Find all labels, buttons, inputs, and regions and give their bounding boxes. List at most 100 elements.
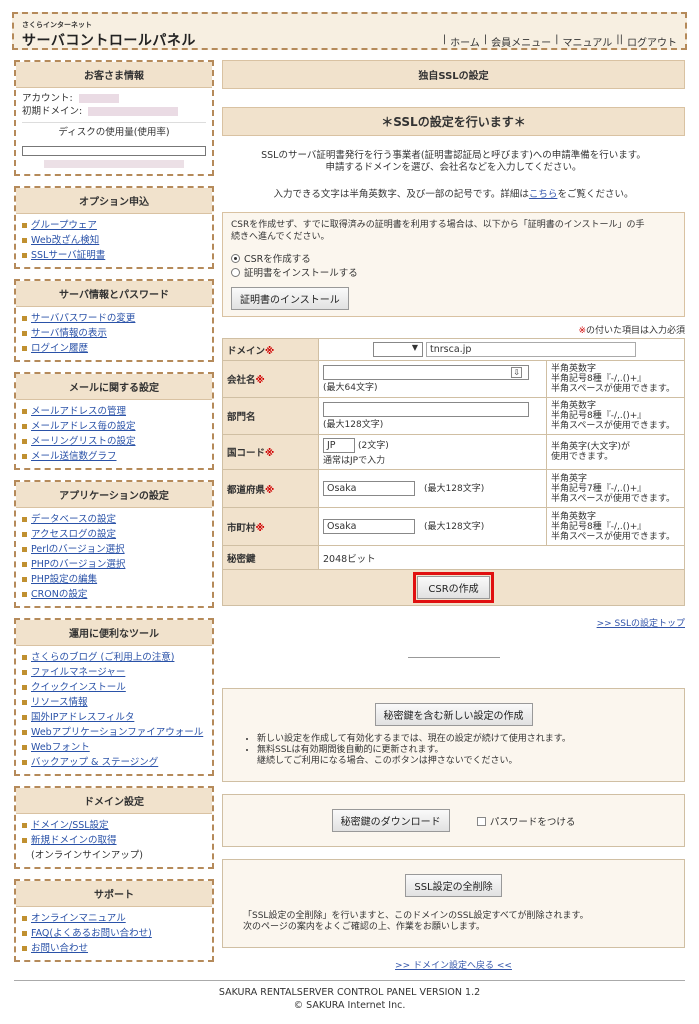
header-bar: さくらインターネット サーバコントロールパネル | ホーム | 会員メニュー |… xyxy=(12,12,687,50)
private-key-label: 秘密鍵 xyxy=(227,553,256,565)
sidebar-item-login-history[interactable]: ログイン履歴 xyxy=(31,343,88,354)
radio-selected-icon[interactable] xyxy=(231,254,240,263)
sidebar-section-domain: ドメイン設定 ドメイン/SSL設定 新規ドメインの取得 (オンラインサインアップ) xyxy=(14,786,214,869)
download-key-box: 秘密鍵のダウンロード パスワードをつける xyxy=(222,794,685,847)
bullet-icon xyxy=(22,577,27,582)
department-label: 部門名 xyxy=(227,412,256,423)
back-to-domain-link[interactable]: >> ドメイン設定へ戻る << xyxy=(395,961,512,971)
sidebar-item-mail-settings[interactable]: メールアドレス毎の設定 xyxy=(31,421,136,432)
sidebar-item-new-domain[interactable]: 新規ドメインの取得 xyxy=(31,835,117,846)
country-label: 国コード xyxy=(227,448,266,459)
sidebar-item-php-version[interactable]: PHPのバージョン選択 xyxy=(31,559,125,570)
sidebar-item-access-log[interactable]: アクセスログの設定 xyxy=(31,529,116,540)
bullet-icon xyxy=(22,823,27,828)
sidebar-item-mailing-list[interactable]: メーリングリストの設定 xyxy=(31,436,136,447)
radio-unselected-icon[interactable] xyxy=(231,268,240,277)
bullet-icon xyxy=(22,700,27,705)
section-heading: ＊SSLの設定を行います＊ xyxy=(222,107,685,136)
sidebar-item-database[interactable]: データベースの設定 xyxy=(31,514,116,525)
prefecture-input[interactable]: Osaka xyxy=(323,481,415,496)
sidebar-item-web-tamper[interactable]: Web改ざん検知 xyxy=(31,235,99,246)
nav-logout-link[interactable]: ログアウト xyxy=(627,34,677,49)
nav-home-link[interactable]: ホーム xyxy=(450,34,480,49)
main-content: 独自SSLの設定 ＊SSLの設定を行います＊ SSLのサーバ証明書発行を行う事業… xyxy=(222,60,685,971)
sidebar-item-ip-filter[interactable]: 国外IPアドレスフィルタ xyxy=(31,712,134,723)
sidebar-item-perl-version[interactable]: Perlのバージョン選択 xyxy=(31,544,125,555)
sidebar-item-mail-address[interactable]: メールアドレスの管理 xyxy=(31,406,126,417)
ssl-top-link[interactable]: >> SSLの設定トップ xyxy=(597,619,685,629)
install-notice-box: CSRを作成せず、すでに取得済みの証明書を利用する場合は、以下から「証明書のイン… xyxy=(222,212,685,317)
bullet-icon xyxy=(22,916,27,921)
sidebar-item-groupware[interactable]: グループウェア xyxy=(31,220,97,231)
sidebar-section-apps: アプリケーションの設定 データベースの設定 アクセスログの設定 Perlのバージ… xyxy=(14,480,214,608)
bullet-icon xyxy=(22,454,27,459)
sidebar-item-resources[interactable]: リソース情報 xyxy=(31,697,88,708)
ssl-top-link-row: >> SSLの設定トップ xyxy=(222,616,685,629)
install-cert-button[interactable]: 証明書のインストール xyxy=(231,287,349,310)
footer-version: SAKURA RENTALSERVER CONTROL PANEL VERSIO… xyxy=(218,987,481,998)
sidebar-item-contact[interactable]: お問い合わせ xyxy=(31,943,88,954)
sidebar-section-title: サポート xyxy=(16,881,212,907)
domain-label: 初期ドメイン: xyxy=(22,106,83,117)
delete-all-ssl-button[interactable]: SSL設定の全削除 xyxy=(405,874,502,897)
domain-field[interactable]: tnrsca.jp xyxy=(426,342,637,357)
sidebar-item-domain-ssl[interactable]: ドメイン/SSL設定 xyxy=(31,820,109,831)
radio-create-csr[interactable]: CSRを作成する xyxy=(231,253,676,267)
sidebar-item-quick-install[interactable]: クイックインストール xyxy=(31,682,126,693)
company-input[interactable]: ⇩ xyxy=(323,365,529,380)
password-checkbox-label: パスワードをつける xyxy=(489,817,576,828)
country-input[interactable]: JP xyxy=(323,438,355,453)
sidebar-section-title: アプリケーションの設定 xyxy=(16,482,212,508)
sidebar-item-php-settings[interactable]: PHP設定の編集 xyxy=(31,574,97,585)
department-input[interactable] xyxy=(323,402,529,417)
bullet-icon xyxy=(22,655,27,660)
delete-ssl-box: SSL設定の全削除 「SSL設定の全削除」を行いますと、このドメインのSSL設定… xyxy=(222,859,685,948)
sidebar-item-backup[interactable]: バックアップ & ステージング xyxy=(31,757,158,768)
logo: サーバコントロールパネル xyxy=(22,33,196,49)
nav-manual-link[interactable]: マニュアル xyxy=(563,34,613,49)
sidebar-item-password-change[interactable]: サーバパスワードの変更 xyxy=(31,313,135,324)
bullet-icon xyxy=(22,547,27,552)
sidebar-item-mail-graph[interactable]: メール送信数グラフ xyxy=(31,451,117,462)
form-row-company: 会社名※ ⇩ (最大64文字) 半角英数字 半角記号8種『-/,.()+』 半角… xyxy=(222,360,685,398)
nav-member-menu-link[interactable]: 会員メニュー xyxy=(491,34,551,49)
bullet-icon xyxy=(22,517,27,522)
csr-button-row: CSRの作成 xyxy=(222,570,685,606)
new-key-settings-button[interactable]: 秘密鍵を含む新しい設定の作成 xyxy=(374,703,533,726)
notice-line: CSRを作成せず、すでに取得済みの証明書を利用する場合は、以下から「証明書のイン… xyxy=(231,220,645,230)
sidebar-item-blog[interactable]: さくらのブログ (ご利用上の注意) xyxy=(31,652,174,663)
bullet-icon xyxy=(22,253,27,258)
details-link[interactable]: こちら xyxy=(529,189,558,200)
sidebar-item-file-manager[interactable]: ファイルマネージャー xyxy=(31,667,125,678)
radio-install-cert[interactable]: 証明書をインストールする xyxy=(231,267,676,281)
sidebar-item-ssl-cert[interactable]: SSLサーバ証明書 xyxy=(31,250,105,261)
city-label: 市町村 xyxy=(227,522,256,534)
create-csr-button[interactable]: CSRの作成 xyxy=(413,572,494,603)
form-row-prefecture: 都道府県※ Osaka (最大128文字) 半角英字 半角記号7種『-/,.()… xyxy=(222,469,685,508)
sidebar-section-options: オプション申込 グループウェア Web改ざん検知 SSLサーバ証明書 xyxy=(14,186,214,269)
footer-copyright: © SAKURA Internet Inc. xyxy=(293,1000,406,1011)
city-input[interactable]: Osaka xyxy=(323,519,415,534)
sidebar-item-web-font[interactable]: Webフォント xyxy=(31,742,90,753)
sidebar-item-faq[interactable]: FAQ(よくあるお問い合わせ) xyxy=(31,928,152,939)
form-row-city: 市町村※ Osaka (最大128文字) 半角英数字 半角記号8種『-/,.()… xyxy=(222,507,685,546)
sidebar-section-title: メールに関する設定 xyxy=(16,374,212,400)
form-row-private-key: 秘密鍵 2048ビット xyxy=(222,545,685,570)
mode-radio-group: CSRを作成する 証明書をインストールする xyxy=(231,253,676,281)
domain-select[interactable]: ▼ xyxy=(373,342,423,357)
sidebar-item-cron[interactable]: CRONの設定 xyxy=(31,589,87,600)
bullet-icon xyxy=(22,409,27,414)
bullet-icon xyxy=(22,331,27,336)
sidebar-item-online-manual[interactable]: オンラインマニュアル xyxy=(31,913,126,924)
sidebar-item-server-info[interactable]: サーバ情報の表示 xyxy=(31,328,107,339)
sidebar-section-title: オプション申込 xyxy=(16,188,212,214)
bullet-icon xyxy=(22,685,27,690)
back-link-row: >> ドメイン設定へ戻る << xyxy=(222,958,685,971)
download-key-button[interactable]: 秘密鍵のダウンロード xyxy=(331,809,450,832)
form-row-department: 部門名 (最大128文字) 半角英数字 半角記号8種『-/,.()+』 半角スペ… xyxy=(222,397,685,435)
divider xyxy=(407,657,500,658)
password-checkbox[interactable] xyxy=(476,817,486,826)
sidebar-item-waf[interactable]: Webアプリケーションファイアウォール xyxy=(31,727,203,738)
bullet-icon xyxy=(22,316,27,321)
ime-icon: ⇩ xyxy=(511,367,522,378)
